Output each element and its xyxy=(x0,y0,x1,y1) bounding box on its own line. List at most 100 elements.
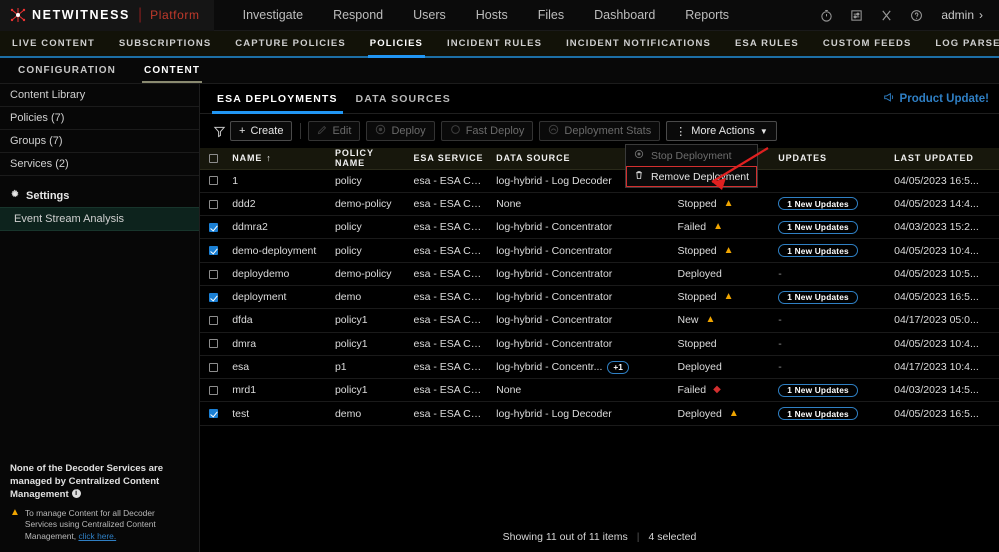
table-row[interactable]: testdemoesa - ESA Correlat...log-hybrid … xyxy=(200,402,999,425)
more-actions-button[interactable]: ⋮ More Actions ▼ xyxy=(666,121,777,141)
tasks-icon[interactable] xyxy=(841,0,871,31)
tab-content[interactable]: CONTENT xyxy=(130,58,214,83)
header-select-all[interactable] xyxy=(200,148,226,169)
topnav-reports[interactable]: Reports xyxy=(670,0,744,31)
status-text: Deployed xyxy=(678,408,722,420)
subnav-incident-rules[interactable]: INCIDENT RULES xyxy=(435,31,554,56)
sidebar-footer-note: ▲ To manage Content for all Decoder Serv… xyxy=(10,508,189,543)
brand-logo-area[interactable]: NETWITNESS | Platform xyxy=(0,0,214,31)
menu-item-remove-deployment[interactable]: Remove Deployment xyxy=(626,166,757,187)
row-checkbox[interactable] xyxy=(209,316,218,325)
row-checkbox[interactable] xyxy=(209,409,218,418)
row-checkbox[interactable] xyxy=(209,223,218,232)
subnav-policies[interactable]: POLICIES xyxy=(358,31,435,56)
product-update-link[interactable]: Product Update! xyxy=(883,92,989,106)
main-panel: ESA DEPLOYMENTS DATA SOURCES Product Upd… xyxy=(200,84,999,552)
topnav-hosts[interactable]: Hosts xyxy=(461,0,523,31)
subnav-capture-policies[interactable]: CAPTURE POLICIES xyxy=(223,31,358,56)
sidebar-item-content-library[interactable]: Content Library xyxy=(0,84,199,107)
row-checkbox[interactable] xyxy=(209,176,218,185)
edit-button[interactable]: Edit xyxy=(308,121,360,141)
table-row[interactable]: deploydemodemo-policyesa - ESA Correlat.… xyxy=(200,262,999,285)
row-select-cell[interactable] xyxy=(200,192,226,215)
table-row[interactable]: esap1esa - ESA Correlat...log-hybrid - C… xyxy=(200,355,999,378)
stopwatch-icon[interactable] xyxy=(811,0,841,31)
user-menu[interactable]: admin › xyxy=(931,8,991,22)
topnav-files[interactable]: Files xyxy=(523,0,579,31)
table-row[interactable]: ddd2demo-policyesa - ESA Correlat...None… xyxy=(200,192,999,215)
help-icon[interactable] xyxy=(901,0,931,31)
tools-icon[interactable] xyxy=(871,0,901,31)
topnav-dashboard[interactable]: Dashboard xyxy=(579,0,670,31)
sidebar-item-policies[interactable]: Policies (7) xyxy=(0,107,199,130)
table-row[interactable]: ddmra2policyesa - ESA Correlat...log-hyb… xyxy=(200,216,999,239)
updates-badge[interactable]: 1 New Updates xyxy=(778,221,858,234)
header-policy-name[interactable]: POLICY NAME xyxy=(329,148,408,169)
click-here-link[interactable]: click here. xyxy=(78,531,116,541)
row-checkbox[interactable] xyxy=(209,200,218,209)
row-select-cell[interactable] xyxy=(200,216,226,239)
table-row[interactable]: demo-deploymentpolicyesa - ESA Correlat.… xyxy=(200,239,999,262)
header-last-updated[interactable]: LAST UPDATED xyxy=(888,148,999,169)
row-select-cell[interactable] xyxy=(200,332,226,355)
deploy-button[interactable]: Deploy xyxy=(366,121,434,141)
cell-updates: 1 New Updates xyxy=(772,402,888,425)
subnav-esa-rules[interactable]: ESA RULES xyxy=(723,31,811,56)
header-name[interactable]: NAME↑ xyxy=(226,148,329,169)
row-select-cell[interactable] xyxy=(200,355,226,378)
cell-policy-name: demo xyxy=(329,285,408,308)
updates-badge[interactable]: 1 New Updates xyxy=(778,291,858,304)
updates-badge[interactable]: 1 New Updates xyxy=(778,244,858,257)
tab-data-sources[interactable]: DATA SOURCES xyxy=(347,84,460,114)
subnav-custom-feeds[interactable]: CUSTOM FEEDS xyxy=(811,31,924,56)
fast-deploy-button[interactable]: Fast Deploy xyxy=(441,121,534,141)
header-updates[interactable]: UPDATES xyxy=(772,148,888,169)
row-select-cell[interactable] xyxy=(200,262,226,285)
cell-updates: 1 New Updates xyxy=(772,192,888,215)
table-row[interactable]: dfdapolicy1esa - ESA Correlat...log-hybr… xyxy=(200,309,999,332)
row-checkbox[interactable] xyxy=(209,386,218,395)
updates-badge[interactable]: 1 New Updates xyxy=(778,407,858,420)
row-checkbox[interactable] xyxy=(209,339,218,348)
deployment-stats-button[interactable]: Deployment Stats xyxy=(539,121,660,141)
sidebar-section-settings[interactable]: Settings xyxy=(0,184,199,207)
header-esa-service[interactable]: ESA SERVICE xyxy=(408,148,491,169)
datasource-overflow-badge[interactable]: +1 xyxy=(607,361,628,374)
table-row[interactable]: mrd1policy1esa - ESA Correlat...NoneFail… xyxy=(200,379,999,402)
row-select-cell[interactable] xyxy=(200,169,226,192)
row-select-cell[interactable] xyxy=(200,239,226,262)
table-row[interactable]: deploymentdemoesa - ESA Correlat...log-h… xyxy=(200,285,999,308)
menu-item-stop-deployment[interactable]: Stop Deployment xyxy=(626,145,757,166)
topnav-users[interactable]: Users xyxy=(398,0,461,31)
tab-esa-deployments[interactable]: ESA DEPLOYMENTS xyxy=(208,84,347,114)
select-all-checkbox[interactable] xyxy=(209,154,218,163)
warning-icon: ▲ xyxy=(729,409,739,419)
subnav-live-content[interactable]: LIVE CONTENT xyxy=(0,31,107,56)
topnav-respond[interactable]: Respond xyxy=(318,0,398,31)
row-checkbox[interactable] xyxy=(209,270,218,279)
row-checkbox[interactable] xyxy=(209,246,218,255)
topnav-investigate[interactable]: Investigate xyxy=(228,0,318,31)
filter-icon[interactable] xyxy=(208,125,230,138)
row-select-cell[interactable] xyxy=(200,379,226,402)
row-checkbox[interactable] xyxy=(209,293,218,302)
create-button[interactable]: + Create xyxy=(230,121,292,141)
row-select-cell[interactable] xyxy=(200,309,226,332)
sidebar-item-groups[interactable]: Groups (7) xyxy=(0,130,199,153)
row-select-cell[interactable] xyxy=(200,402,226,425)
row-checkbox[interactable] xyxy=(209,363,218,372)
info-icon[interactable]: i xyxy=(72,489,81,498)
subnav-subscriptions[interactable]: SUBSCRIPTIONS xyxy=(107,31,223,56)
subnav-incident-notifications[interactable]: INCIDENT NOTIFICATIONS xyxy=(554,31,723,56)
table-row[interactable]: dmrapolicy1esa - ESA Correlat...log-hybr… xyxy=(200,332,999,355)
sidebar-item-event-stream-analysis[interactable]: Event Stream Analysis xyxy=(0,207,199,231)
deploy-icon xyxy=(375,124,386,138)
tab-configuration[interactable]: CONFIGURATION xyxy=(4,58,130,83)
megaphone-icon xyxy=(883,92,895,106)
updates-badge[interactable]: 1 New Updates xyxy=(778,384,858,397)
sidebar-item-services[interactable]: Services (2) xyxy=(0,153,199,176)
subnav-log-parser-rules[interactable]: LOG PARSER RULES xyxy=(923,31,999,56)
updates-badge[interactable]: 1 New Updates xyxy=(778,197,858,210)
row-select-cell[interactable] xyxy=(200,285,226,308)
table-row[interactable]: 1policyesa - ESA Correlat...log-hybrid -… xyxy=(200,169,999,192)
